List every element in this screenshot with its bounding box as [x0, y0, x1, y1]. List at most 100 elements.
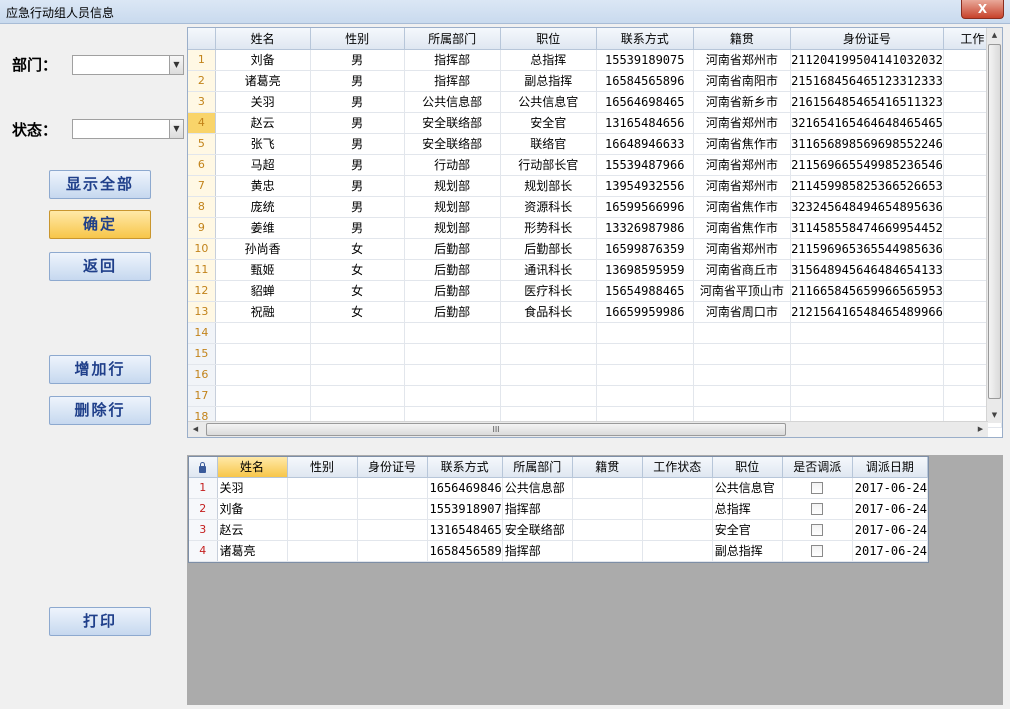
table-cell[interactable]: 15654988465 — [596, 280, 694, 302]
table-cell[interactable]: 总指挥 — [500, 49, 597, 71]
table-cell[interactable] — [404, 322, 501, 344]
table-cell[interactable] — [642, 540, 713, 562]
table-row[interactable]: 5 张飞男安全联络部 联络官 16648946633 河南省焦作市 31165689856… — [188, 133, 1002, 155]
column-header[interactable]: 工作状态 — [642, 457, 713, 478]
table-cell[interactable]: 河南省焦作市 — [693, 217, 792, 239]
table-cell[interactable]: 1553918907 — [427, 498, 503, 520]
table-cell[interactable]: 13698595959 — [596, 259, 694, 281]
table-row[interactable]: 15 — [188, 343, 1002, 365]
table-cell[interactable]: 河南省南阳市 — [693, 70, 792, 92]
dispatched-checkbox[interactable] — [811, 503, 824, 515]
table-row[interactable]: 4 诸葛亮 1658456589 指挥部 副总指挥 2017-06-24 — [189, 540, 929, 562]
table-row[interactable]: 1 关羽 1656469846 公共信息部 公共信息官 2017-06-24 — [189, 477, 929, 499]
table-cell[interactable]: 男 — [310, 154, 405, 176]
table-cell[interactable]: 河南省焦作市 — [693, 133, 792, 155]
table-cell[interactable]: 公共信息官 — [500, 91, 597, 113]
table-cell[interactable] — [357, 477, 428, 499]
table-cell[interactable]: 后勤部长 — [500, 238, 597, 260]
show-all-button[interactable]: 显示全部 — [49, 170, 151, 199]
table-cell[interactable]: 河南省郑州市 — [693, 49, 792, 71]
table-cell[interactable] — [642, 498, 713, 520]
row-number[interactable]: 11 — [188, 259, 216, 281]
table-cell[interactable]: 211204199504141032032 — [790, 49, 944, 71]
table-row[interactable]: 1 刘备男指挥部 总指挥 15539189075 河南省郑州市 2112041995041… — [188, 49, 1002, 71]
column-header[interactable]: 姓名 — [217, 457, 288, 478]
table-cell[interactable]: 16659959986 — [596, 301, 694, 323]
column-header[interactable]: 性别 — [310, 28, 405, 50]
table-cell[interactable]: 2017-06-24 — [852, 477, 929, 499]
table-cell[interactable] — [310, 364, 405, 386]
table-cell[interactable] — [693, 364, 792, 386]
scroll-right-icon[interactable]: ▶ — [973, 422, 988, 437]
table-cell[interactable] — [310, 343, 405, 365]
table-cell[interactable]: 资源科长 — [500, 196, 597, 218]
table-cell[interactable]: 211459985825366526653 — [790, 175, 944, 197]
table-row[interactable]: 10 孙尚香女后勤部 后勤部长 16599876359 河南省郑州市 2115969653… — [188, 238, 1002, 260]
table-cell[interactable]: 诸葛亮 — [217, 540, 288, 562]
back-button[interactable]: 返回 — [49, 252, 151, 281]
table-cell[interactable]: 赵云 — [215, 112, 311, 134]
table-cell[interactable]: 311656898569698552246 — [790, 133, 944, 155]
table-cell[interactable]: 212156416548465489966 — [790, 301, 944, 323]
table-cell[interactable]: 15539189075 — [596, 49, 694, 71]
table-cell[interactable]: 马超 — [215, 154, 311, 176]
table-cell[interactable]: 211665845659966565953 — [790, 280, 944, 302]
column-header[interactable]: 身份证号 — [357, 457, 428, 478]
column-header[interactable]: 职位 — [500, 28, 597, 50]
table-cell[interactable] — [693, 385, 792, 407]
table-cell[interactable]: 15539487966 — [596, 154, 694, 176]
table-cell[interactable]: 216156485465416511323 — [790, 91, 944, 113]
row-number[interactable]: 16 — [188, 364, 216, 386]
table-cell[interactable]: 13165484656 — [596, 112, 694, 134]
chevron-down-icon[interactable]: ▼ — [169, 56, 183, 74]
close-button[interactable]: X — [961, 0, 1004, 19]
table-cell[interactable] — [693, 343, 792, 365]
table-cell[interactable]: 315648945646484654133 — [790, 259, 944, 281]
table-cell[interactable]: 16564698465 — [596, 91, 694, 113]
delete-row-button[interactable]: 删除行 — [49, 396, 151, 425]
table-cell[interactable] — [215, 385, 311, 407]
table-cell[interactable]: 公共信息官 — [712, 477, 783, 499]
column-header[interactable]: 姓名 — [215, 28, 311, 50]
table-cell[interactable]: 公共信息部 — [404, 91, 501, 113]
table-row[interactable]: 8 庞统男规划部 资源科长 16599566996 河南省焦作市 323245648494… — [188, 196, 1002, 218]
table-cell[interactable]: 医疗科长 — [500, 280, 597, 302]
table-cell[interactable] — [642, 477, 713, 499]
table-cell[interactable] — [215, 322, 311, 344]
table-row[interactable]: 3 关羽男公共信息部 公共信息官 16564698465 河南省新乡市 216156485… — [188, 91, 1002, 113]
table-cell[interactable]: 孙尚香 — [215, 238, 311, 260]
table-cell[interactable]: 13954932556 — [596, 175, 694, 197]
table-cell[interactable]: 通讯科长 — [500, 259, 597, 281]
column-header[interactable]: 联系方式 — [427, 457, 503, 478]
table-cell[interactable]: 河南省郑州市 — [693, 238, 792, 260]
horizontal-scroll-thumb[interactable]: III — [206, 423, 786, 436]
table-cell[interactable]: 祝融 — [215, 301, 311, 323]
scroll-left-icon[interactable]: ◀ — [188, 422, 203, 437]
table-cell[interactable] — [790, 385, 944, 407]
table-cell[interactable] — [287, 519, 358, 541]
dispatched-checkbox-cell[interactable] — [782, 498, 853, 520]
table-cell[interactable]: 2017-06-24 — [852, 540, 929, 562]
table-row[interactable]: 11 甄姬女后勤部 通讯科长 13698595959 河南省商丘市 31564894564… — [188, 259, 1002, 281]
table-cell[interactable]: 关羽 — [215, 91, 311, 113]
table-cell[interactable]: 河南省郑州市 — [693, 112, 792, 134]
table-row[interactable]: 9 姜维男规划部 形势科长 13326987986 河南省焦作市 311458558474… — [188, 217, 1002, 239]
table-cell[interactable]: 规划部 — [404, 217, 501, 239]
table-cell[interactable]: 安全联络部 — [404, 112, 501, 134]
dispatched-checkbox[interactable] — [811, 545, 824, 557]
row-number[interactable]: 4 — [188, 112, 216, 134]
table-cell[interactable] — [572, 540, 643, 562]
row-number[interactable]: 1 — [188, 49, 216, 71]
table-cell[interactable]: 赵云 — [217, 519, 288, 541]
row-number[interactable]: 9 — [188, 217, 216, 239]
table-cell[interactable]: 后勤部 — [404, 301, 501, 323]
table-row[interactable]: 17 — [188, 385, 1002, 407]
table-cell[interactable]: 河南省郑州市 — [693, 154, 792, 176]
print-button[interactable]: 打印 — [49, 607, 151, 636]
table-cell[interactable]: 323245648494654895636 — [790, 196, 944, 218]
table-cell[interactable]: 甄姬 — [215, 259, 311, 281]
table-cell[interactable]: 男 — [310, 112, 405, 134]
table-cell[interactable] — [790, 322, 944, 344]
table-cell[interactable]: 行动部长官 — [500, 154, 597, 176]
table-row[interactable]: 16 — [188, 364, 1002, 386]
